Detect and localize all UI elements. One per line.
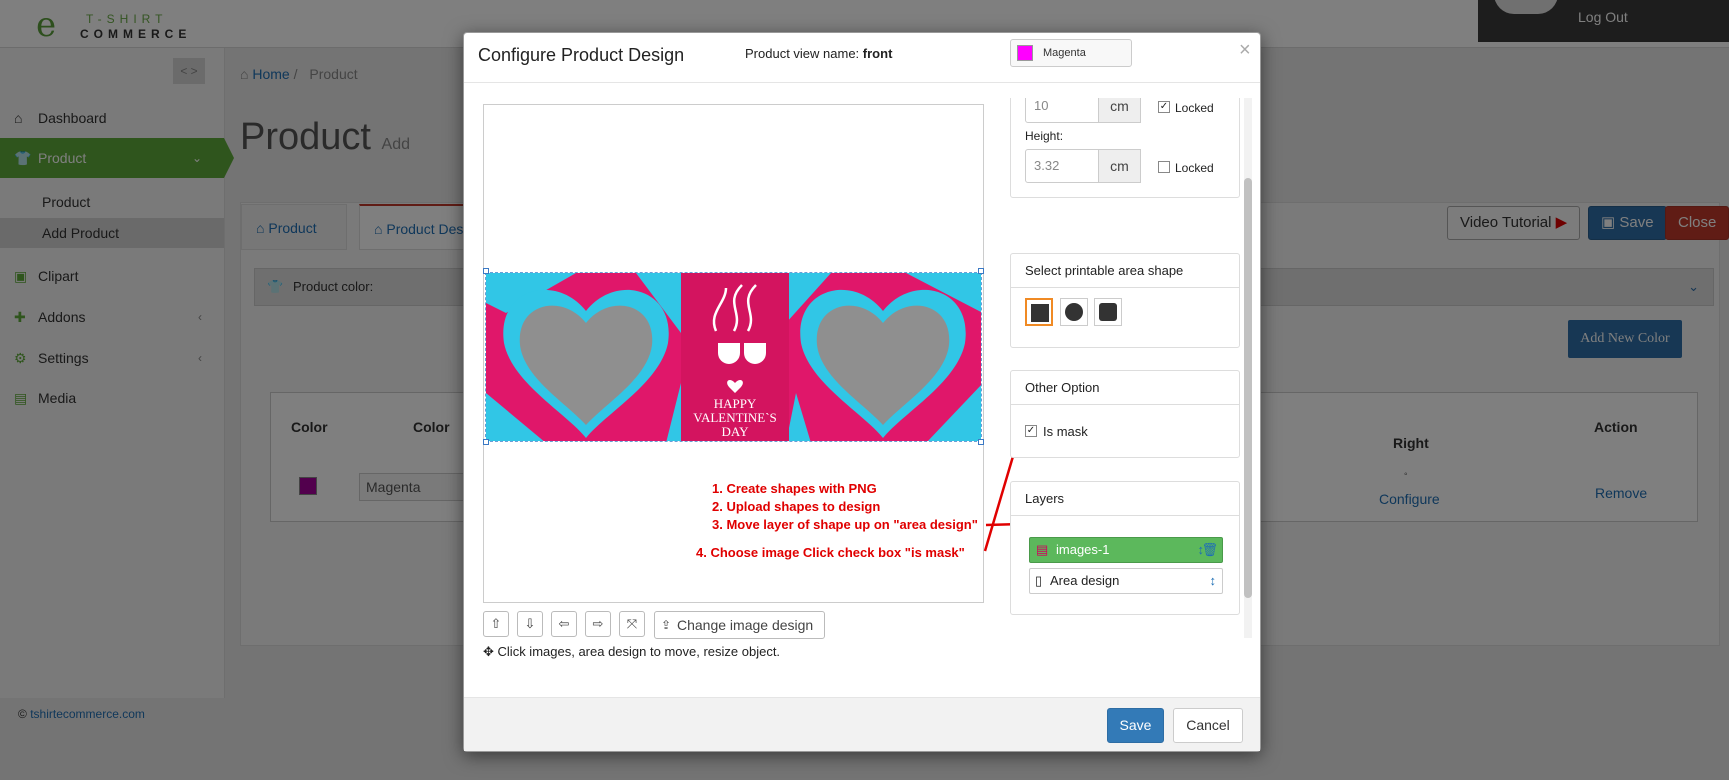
size-box: 10 cm ✓ Locked Height: 3.32 cm Locked [1010, 98, 1240, 198]
shape-box-title: Select printable area shape [1011, 254, 1239, 288]
panel-scrollbar-thumb[interactable] [1244, 178, 1252, 598]
layers-box: Layers ▤ images-1 ↕ 🗑 ▯ Area design ↕ [1010, 481, 1240, 615]
height-value: 3.32 [1034, 158, 1060, 173]
modal-footer: Save Cancel [464, 697, 1260, 751]
width-value: 10 [1034, 98, 1049, 113]
width-unit: cm [1099, 98, 1141, 123]
is-mask-checkbox[interactable]: ✓ [1025, 425, 1037, 437]
trash-icon[interactable]: 🗑 [1201, 538, 1218, 562]
settings-panel: 10 cm ✓ Locked Height: 3.32 cm Locked Se… [1010, 98, 1240, 638]
move-right-button[interactable]: ⇨ [585, 611, 611, 637]
layer-name: Area design [1050, 573, 1120, 588]
shape-rounded-option[interactable] [1094, 298, 1122, 326]
fit-button[interactable]: ⤧ [619, 611, 645, 637]
height-label: Height: [1025, 129, 1064, 143]
configure-design-modal: Configure Product Design Product view na… [463, 32, 1261, 752]
sort-icon[interactable]: ↕ [1210, 569, 1217, 593]
change-image-design-button[interactable]: ⇪ Change image design [654, 611, 825, 639]
move-icon: ✥ [483, 644, 494, 659]
arrow-right-icon: ⇨ [592, 616, 604, 631]
hint-text: ✥ Click images, area design to move, res… [483, 644, 780, 660]
layer-images-1[interactable]: ▤ images-1 ↕ 🗑 [1029, 537, 1223, 563]
clipboard-icon: ▯ [1035, 573, 1043, 588]
circle-icon [1065, 303, 1083, 321]
change-image-label: Change image design [677, 617, 814, 633]
height-unit: cm [1099, 149, 1141, 183]
move-up-button[interactable]: ⇧ [483, 611, 509, 637]
width-input[interactable]: 10 [1025, 98, 1099, 123]
layer-area-design[interactable]: ▯ Area design ↕ [1029, 568, 1223, 594]
layers-title: Layers [1011, 482, 1239, 516]
shape-circle-option[interactable] [1060, 298, 1088, 326]
shape-square-option[interactable] [1025, 298, 1053, 326]
compress-icon: ⤧ [626, 616, 638, 631]
width-locked-checkbox[interactable]: ✓ [1158, 101, 1170, 113]
arrow-down-icon: ⇩ [524, 616, 536, 631]
hint-label: Click images, area design to move, resiz… [497, 644, 781, 659]
height-input[interactable]: 3.32 [1025, 149, 1099, 183]
other-option-box: Other Option ✓ Is mask [1010, 370, 1240, 458]
arrow-up-icon: ⇧ [490, 616, 502, 631]
rounded-square-icon [1099, 303, 1117, 321]
image-layer-icon: ▤ [1036, 542, 1049, 557]
arrow-left-icon: ⇦ [558, 616, 570, 631]
other-option-title: Other Option [1011, 371, 1239, 405]
shape-box: Select printable area shape [1010, 253, 1240, 348]
square-icon [1031, 304, 1049, 322]
move-left-button[interactable]: ⇦ [551, 611, 577, 637]
modal-save-button[interactable]: Save [1107, 708, 1164, 743]
is-mask-label: Is mask [1043, 424, 1088, 439]
height-locked-checkbox[interactable] [1158, 161, 1170, 173]
move-down-button[interactable]: ⇩ [517, 611, 543, 637]
width-locked-label: Locked [1175, 101, 1214, 115]
layer-name: images-1 [1056, 542, 1110, 557]
modal-cancel-button[interactable]: Cancel [1173, 708, 1243, 743]
upload-icon: ⇪ [661, 618, 672, 632]
height-locked-label: Locked [1175, 161, 1214, 175]
